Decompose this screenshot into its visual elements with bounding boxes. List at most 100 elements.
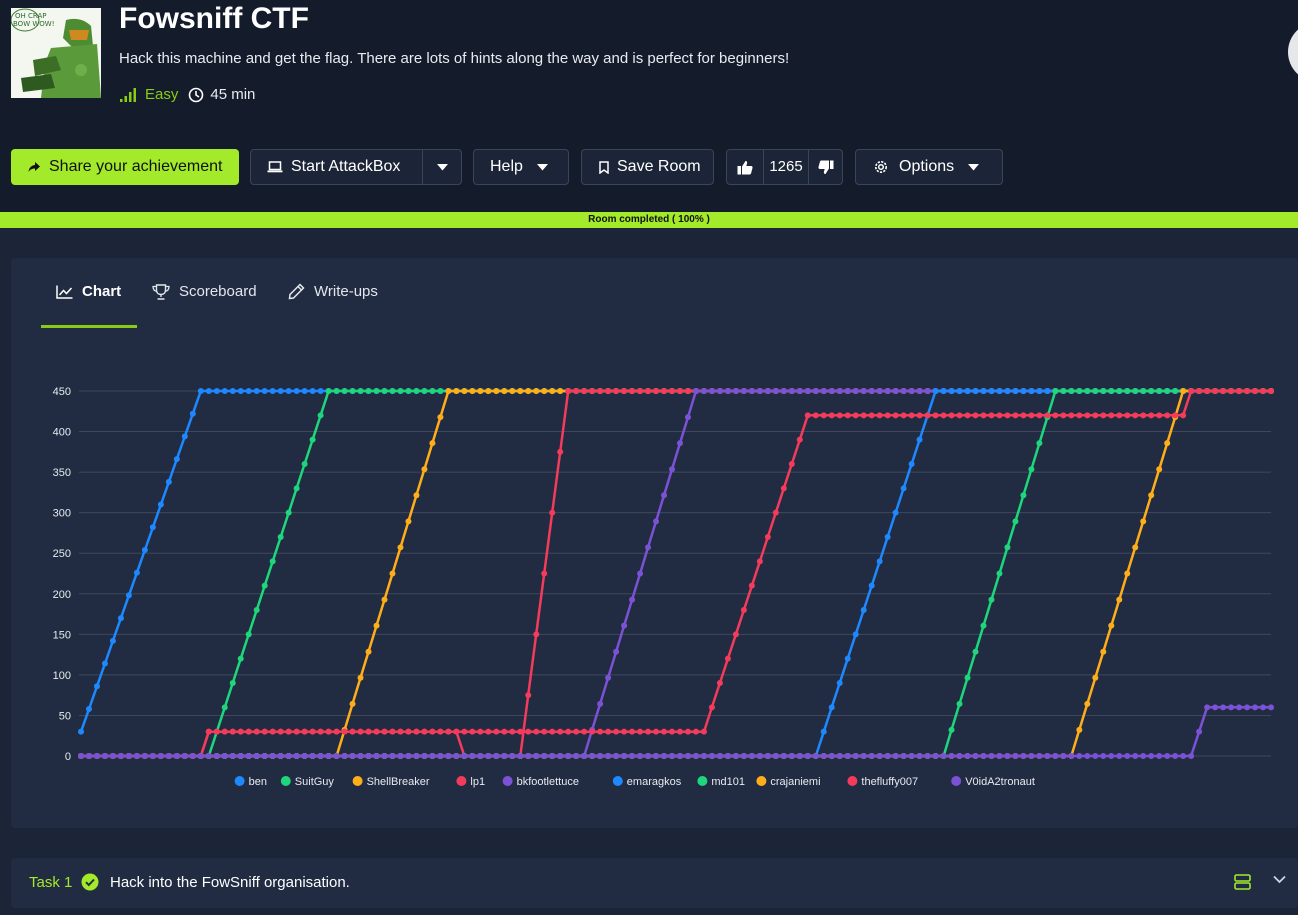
data-point — [1076, 726, 1083, 733]
data-point — [788, 753, 795, 759]
data-point — [724, 655, 731, 662]
data-point — [1108, 412, 1115, 419]
data-point — [1132, 412, 1139, 419]
series-line — [81, 389, 1271, 758]
data-point — [836, 753, 843, 759]
data-point — [317, 388, 324, 394]
data-point — [453, 753, 460, 759]
data-point — [309, 388, 316, 394]
data-point — [301, 388, 308, 394]
data-point — [85, 705, 92, 712]
data-point — [1020, 492, 1027, 499]
data-point — [165, 478, 172, 485]
data-point — [453, 388, 460, 394]
data-point — [109, 637, 116, 644]
legend-marker — [756, 776, 767, 786]
y-tick-label: 100 — [53, 670, 71, 682]
data-point — [876, 558, 883, 565]
data-point — [141, 546, 148, 553]
legend-marker — [697, 776, 708, 786]
data-point — [357, 674, 364, 681]
data-point — [573, 388, 580, 394]
data-point — [916, 753, 923, 759]
data-point — [333, 753, 340, 759]
data-point — [1092, 388, 1099, 394]
data-point — [828, 412, 835, 419]
data-point — [613, 388, 620, 394]
data-point — [804, 388, 811, 394]
data-point — [493, 728, 500, 735]
data-point — [1116, 753, 1123, 759]
data-point — [565, 753, 572, 759]
data-point — [261, 753, 268, 759]
series-line — [81, 389, 1271, 758]
data-point — [1220, 388, 1227, 394]
data-point — [1164, 412, 1171, 419]
task-row[interactable]: Task 1 Hack into the FowSniff organisati… — [11, 858, 1298, 908]
layers-icon[interactable] — [1234, 874, 1251, 890]
data-point — [285, 388, 292, 394]
data-point — [1124, 570, 1131, 577]
data-point — [956, 388, 963, 394]
data-point — [692, 728, 699, 735]
data-point — [716, 388, 723, 394]
data-point — [1172, 753, 1179, 759]
data-point — [525, 728, 532, 735]
data-point — [684, 753, 691, 759]
data-point — [908, 388, 915, 394]
data-point — [541, 753, 548, 759]
data-point — [245, 631, 252, 638]
data-point — [317, 412, 324, 419]
data-point — [1244, 388, 1251, 394]
data-point — [501, 728, 508, 735]
data-point — [900, 412, 907, 419]
data-point — [125, 753, 132, 759]
data-point — [716, 680, 723, 686]
data-point — [1068, 412, 1075, 419]
data-point — [253, 607, 260, 613]
data-point — [93, 683, 100, 690]
data-point — [637, 388, 644, 394]
chevron-down-icon[interactable] — [1273, 875, 1286, 884]
data-point — [309, 728, 316, 735]
data-point — [405, 753, 412, 759]
data-point — [1100, 388, 1107, 394]
data-point — [756, 558, 763, 565]
data-point — [653, 518, 660, 525]
data-point — [1012, 753, 1019, 759]
data-point — [205, 728, 212, 735]
data-point — [365, 388, 372, 394]
data-point — [980, 412, 987, 419]
data-point — [948, 726, 955, 733]
data-point — [1044, 412, 1051, 419]
data-point — [237, 753, 244, 759]
data-point — [1100, 412, 1107, 419]
data-point — [812, 388, 819, 394]
data-point — [493, 388, 500, 394]
series-line — [81, 389, 1271, 758]
data-point — [980, 753, 987, 759]
data-point — [1196, 728, 1203, 735]
data-point — [613, 648, 620, 655]
data-point — [964, 412, 971, 419]
data-point — [1220, 704, 1227, 711]
y-tick-label: 400 — [53, 427, 71, 439]
data-point — [589, 753, 596, 759]
data-point — [389, 728, 396, 735]
data-point — [980, 622, 987, 629]
data-point — [429, 440, 436, 447]
data-point — [341, 388, 348, 394]
data-point — [205, 388, 212, 394]
data-point — [645, 728, 652, 735]
data-point — [1028, 466, 1035, 473]
data-point — [996, 388, 1003, 394]
data-point — [764, 753, 771, 759]
data-point — [78, 728, 84, 735]
data-point — [780, 753, 787, 759]
data-point — [820, 753, 827, 759]
data-point — [605, 674, 612, 681]
series-line — [81, 389, 1271, 758]
data-point — [477, 728, 484, 735]
series-line — [79, 389, 1271, 733]
data-point — [772, 753, 779, 759]
